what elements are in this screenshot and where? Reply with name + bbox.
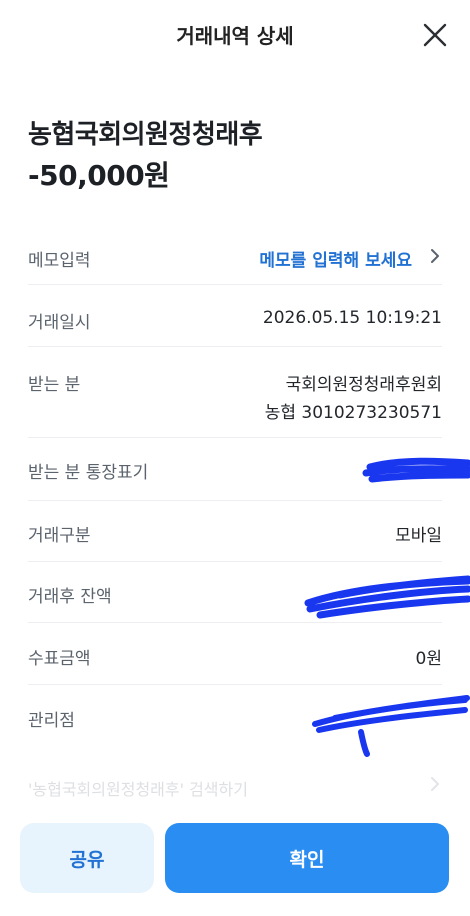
fee-row: 수표금액 0원 — [28, 644, 442, 685]
branch-row: 관리점 — [28, 706, 442, 746]
confirm-button[interactable]: 확인 — [165, 823, 449, 893]
memo-row[interactable]: 메모입력 메모를 입력해 보세요 — [28, 246, 442, 285]
fee-label: 수표금액 — [28, 649, 91, 669]
type-row: 거래구분 모바일 — [28, 521, 442, 562]
type-value: 모바일 — [395, 526, 442, 546]
chevron-right-icon — [431, 777, 439, 791]
page-title: 거래내역 상세 — [176, 24, 294, 48]
balance-row: 거래후 잔액 — [28, 582, 442, 623]
top-bar: 거래내역 상세 — [0, 0, 470, 72]
datetime-value: 2026.05.15 10:19:21 — [262, 308, 442, 328]
datetime-row: 거래일시 2026.05.15 10:19:21 — [28, 308, 442, 347]
passbook-row: 받는 분 통장표기 — [28, 458, 442, 501]
memo-input-link[interactable]: 메모를 입력해 보세요 — [259, 246, 412, 271]
search-payee-link[interactable]: '농협국회의원정청래후' 검색하기 — [28, 776, 248, 800]
recipient-name: 국회의원정청래후원회 — [285, 375, 442, 395]
payee-name: 농협국회의원정청래후 — [28, 120, 263, 150]
branch-label: 관리점 — [28, 711, 75, 731]
fee-value: 0원 — [415, 649, 442, 669]
memo-label: 메모입력 — [28, 251, 91, 271]
recipient-row: 받는 분 국회의원정청래후원회 농협 3010273230571 — [28, 370, 442, 438]
passbook-label: 받는 분 통장표기 — [28, 463, 149, 483]
transaction-amount: -50,000원 — [28, 159, 170, 192]
share-button[interactable]: 공유 — [20, 823, 154, 893]
type-label: 거래구분 — [28, 526, 91, 546]
chevron-right-icon — [431, 249, 439, 263]
recipient-account: 농협 3010273230571 — [264, 403, 442, 423]
recipient-label: 받는 분 — [28, 375, 81, 395]
datetime-label: 거래일시 — [28, 313, 91, 333]
balance-label: 거래후 잔액 — [28, 587, 112, 607]
close-icon[interactable] — [422, 22, 448, 48]
